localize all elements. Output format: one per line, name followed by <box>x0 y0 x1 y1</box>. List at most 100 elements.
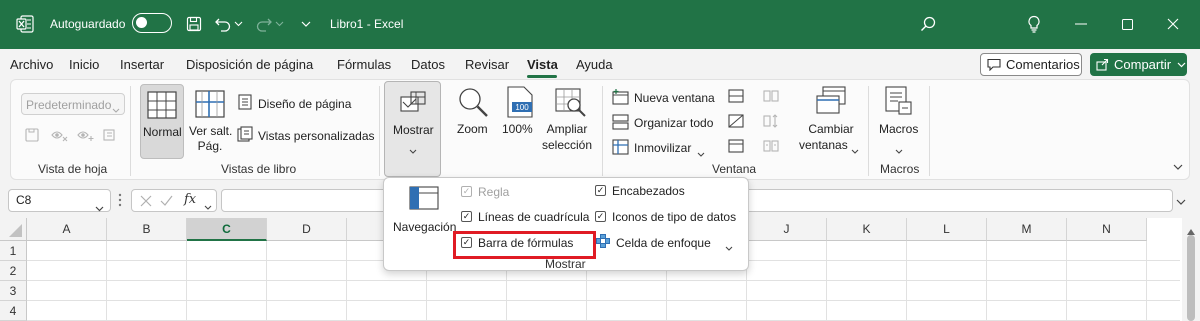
row-header[interactable]: 4 <box>0 301 27 321</box>
navigation-icon <box>409 186 439 213</box>
column-header[interactable]: C <box>187 218 267 241</box>
arrange-all-icon <box>612 114 630 133</box>
zoom-selection-icon <box>555 86 587 121</box>
scroll-thumb[interactable] <box>1187 235 1195 321</box>
dropdown-group-label: Mostrar <box>545 257 586 271</box>
zoom-selection-button[interactable]: Ampliar selección <box>541 86 601 161</box>
zoom-selection-label-1: Ampliar <box>546 122 588 136</box>
tab-vista[interactable]: Vista <box>527 57 558 72</box>
close-icon[interactable] <box>1150 10 1196 38</box>
row-header[interactable]: 2 <box>0 261 27 281</box>
headings-checkbox[interactable]: ✓ <box>595 185 606 196</box>
custom-views-button[interactable]: Vistas personalizadas <box>258 129 375 143</box>
redo-dropdown-icon[interactable] <box>273 14 285 34</box>
tab-formulas[interactable]: Fórmulas <box>337 57 391 72</box>
view-side-by-side-icon <box>763 89 779 106</box>
vertical-scrollbar[interactable] <box>1182 218 1200 321</box>
row-gridline <box>27 280 1180 281</box>
gridlines-checkbox[interactable]: ✓ <box>461 211 472 222</box>
quick-access-customize-icon[interactable] <box>296 14 316 34</box>
page-break-label-1: Ver salt. <box>189 124 233 138</box>
undo-dropdown-icon[interactable] <box>232 14 244 34</box>
column-header[interactable]: A <box>27 218 107 241</box>
freeze-panes-button[interactable]: Inmovilizar <box>634 141 691 155</box>
autosave-label: Autoguardado <box>50 17 126 31</box>
data-type-icons-label[interactable]: Iconos de tipo de datos <box>612 210 736 224</box>
gridlines-label[interactable]: Líneas de cuadrícula <box>478 210 589 224</box>
column-header[interactable]: M <box>987 218 1067 241</box>
select-all-corner[interactable] <box>0 218 27 241</box>
column-header[interactable]: K <box>827 218 907 241</box>
focus-cell-button[interactable]: Celda de enfoque <box>616 236 711 250</box>
chevron-down-icon <box>1177 62 1186 68</box>
show-button[interactable]: Mostrar <box>384 81 441 177</box>
enter-icon[interactable] <box>160 195 173 210</box>
zoom-button[interactable]: Zoom <box>455 86 491 156</box>
column-gridline <box>186 241 187 321</box>
row-header[interactable]: 1 <box>0 241 27 261</box>
macros-label: Macros <box>879 122 919 136</box>
normal-view-button[interactable]: Normal <box>140 84 184 159</box>
page-break-label-2: Pág. <box>197 139 223 153</box>
headings-label[interactable]: Encabezados <box>612 184 685 198</box>
column-header[interactable]: D <box>267 218 347 241</box>
tab-ayuda[interactable]: Ayuda <box>576 57 613 72</box>
tab-disposicion-pagina[interactable]: Disposición de página <box>186 57 313 72</box>
zoom-100-label: 100% <box>502 122 533 136</box>
redo-icon[interactable] <box>254 14 274 34</box>
chevron-down-icon <box>697 146 705 160</box>
save-icon[interactable] <box>184 14 204 34</box>
chevron-down-icon[interactable] <box>725 240 733 254</box>
column-header[interactable]: N <box>1067 218 1147 241</box>
zoom-100-icon: 100 <box>507 86 533 121</box>
new-window-button[interactable]: Nueva ventana <box>634 91 715 105</box>
minimize-icon[interactable] <box>1058 10 1104 38</box>
zoom-selection-label-2: selección <box>541 138 593 152</box>
tab-revisar[interactable]: Revisar <box>465 57 509 72</box>
row-header[interactable]: 3 <box>0 281 27 301</box>
tab-insertar[interactable]: Insertar <box>120 57 164 72</box>
data-type-icons-checkbox[interactable]: ✓ <box>595 211 606 222</box>
expand-formula-bar-icon[interactable] <box>1176 195 1186 209</box>
show-label: Mostrar <box>393 123 434 137</box>
maximize-icon[interactable] <box>1104 10 1150 38</box>
tab-archivo[interactable]: Archivo <box>10 57 53 72</box>
more-options-icon[interactable] <box>118 193 122 210</box>
tab-inicio[interactable]: Inicio <box>69 57 99 72</box>
navigation-button[interactable]: Navegación <box>392 182 456 252</box>
unhide-window-icon[interactable] <box>728 139 744 156</box>
name-box[interactable]: C8 <box>8 189 111 212</box>
lightbulb-icon[interactable] <box>1024 14 1044 34</box>
navigation-label: Navegación <box>393 220 457 234</box>
share-button[interactable]: Compartir <box>1090 53 1187 76</box>
sheet-view-value: Predeterminado <box>26 98 112 112</box>
zoom-label: Zoom <box>457 122 488 136</box>
comments-button[interactable]: Comentarios <box>980 53 1082 76</box>
zoom-100-button[interactable]: 100 100% <box>501 86 537 156</box>
column-header[interactable]: L <box>907 218 987 241</box>
search-icon[interactable] <box>918 14 938 34</box>
split-icon[interactable] <box>728 89 744 106</box>
chevron-down-icon <box>895 143 903 157</box>
formula-bar-buttons: fx <box>131 189 217 212</box>
switch-windows-button[interactable]: Cambiar ventanas <box>797 86 865 161</box>
autosave-toggle[interactable] <box>132 13 172 33</box>
row-gridline <box>27 300 1180 301</box>
comments-label: Comentarios <box>1006 57 1080 72</box>
insert-function-button[interactable]: fx <box>184 192 196 207</box>
page-break-preview-button[interactable]: Ver salt. Pág. <box>187 84 233 159</box>
macros-icon <box>885 86 913 119</box>
column-header[interactable]: B <box>107 218 187 241</box>
column-gridline <box>906 241 907 321</box>
collapse-ribbon-icon[interactable] <box>1173 160 1183 174</box>
column-header[interactable]: J <box>747 218 827 241</box>
undo-icon[interactable] <box>213 14 233 34</box>
arrange-all-button[interactable]: Organizar todo <box>634 116 713 130</box>
cancel-icon[interactable] <box>140 195 152 210</box>
sheet-exit-icon <box>51 128 69 145</box>
page-layout-button[interactable]: Diseño de página <box>258 97 351 111</box>
hide-window-icon[interactable] <box>728 114 744 131</box>
sheet-view-dropdown[interactable]: Predeterminado <box>21 93 125 115</box>
tab-datos[interactable]: Datos <box>411 57 445 72</box>
macros-button[interactable]: Macros <box>877 86 921 161</box>
